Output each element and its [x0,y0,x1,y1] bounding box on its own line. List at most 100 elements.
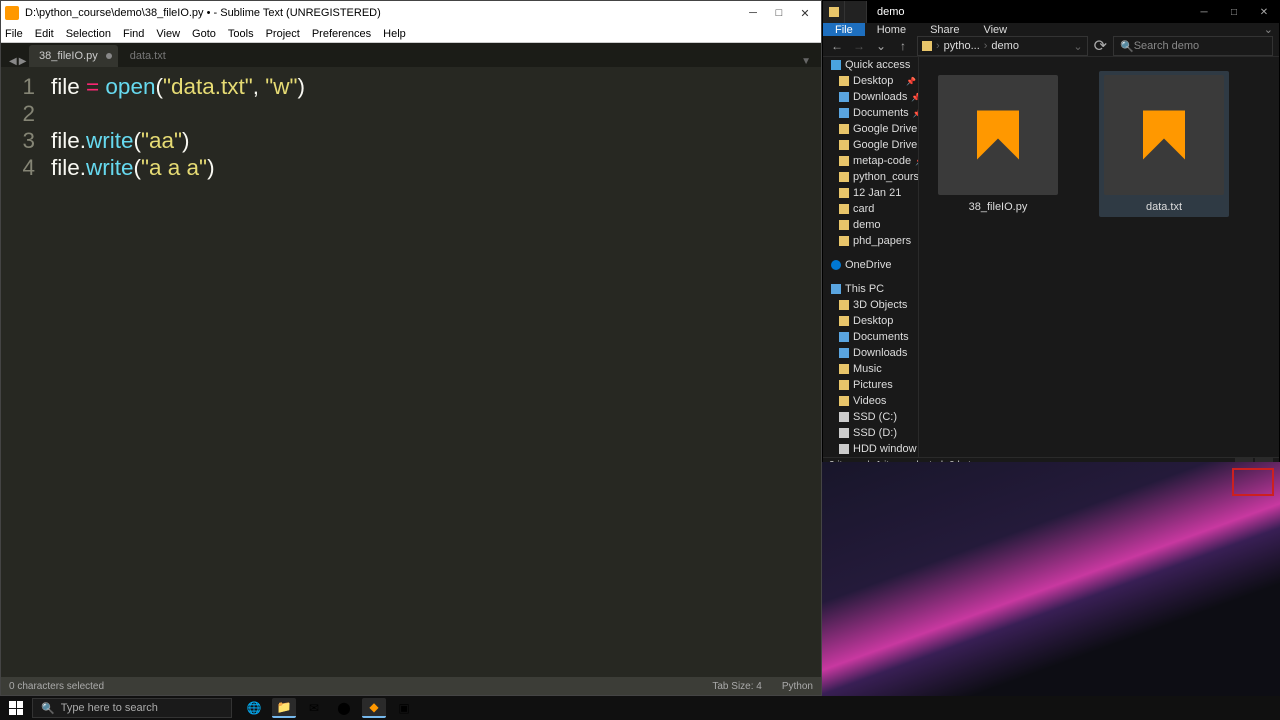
ribbon-share[interactable]: Share [918,23,971,36]
explorer-appicon[interactable] [823,1,845,23]
crumb-parent[interactable]: pytho... [944,40,980,52]
search-icon: 🔍 [41,702,55,715]
nav-icon [839,364,849,374]
obs-icon[interactable]: ⬤ [332,698,356,718]
nav-label: Desktop [853,75,893,87]
nav-item[interactable]: Videos [823,393,918,409]
nav-item[interactable]: SSD (C:) [823,409,918,425]
editor-area[interactable]: 1 2 3 4 file = open("data.txt", "w") fil… [1,67,821,677]
terminal-icon[interactable]: ▣ [392,698,416,718]
nav-item[interactable]: Desktop [823,313,918,329]
nav-item[interactable]: phd_papers [823,233,918,249]
webcam-overlay [822,462,1280,696]
nav-item[interactable]: 3D Objects [823,297,918,313]
nav-item[interactable]: Pictures [823,377,918,393]
nav-item[interactable]: Documents📌 [823,105,918,121]
crumb-dropdown-icon[interactable]: ⌄ [1073,40,1082,53]
quickaccess-pin-icon[interactable] [845,1,867,23]
explorer-content[interactable]: 38_fileIO.py data.txt [919,57,1279,457]
nav-item[interactable]: card [823,201,918,217]
nav-history-icon[interactable]: ⌄ [873,39,889,53]
file-thumb [938,75,1058,195]
nav-item[interactable]: 12 Jan 21 [823,185,918,201]
start-button[interactable] [0,696,32,720]
maximize-button[interactable]: □ [1219,1,1249,23]
menu-help[interactable]: Help [383,28,406,40]
menu-selection[interactable]: Selection [66,28,111,40]
menu-view[interactable]: View [156,28,180,40]
ribbon-home[interactable]: Home [865,23,918,36]
mail-icon[interactable]: ✉ [302,698,326,718]
explorer-nav-pane[interactable]: Quick accessDesktop📌Downloads📌Documents📌… [823,57,919,457]
close-button[interactable]: ✕ [799,7,811,19]
sublime-titlebar[interactable]: D:\python_course\demo\38_fileIO.py • - S… [1,1,821,25]
recording-indicator-icon [1232,468,1274,496]
nav-icon [839,428,849,438]
nav-icon [839,108,849,118]
breadcrumb-bar[interactable]: › pytho... › demo ⌄ [917,36,1088,56]
line-number: 2 [1,100,35,127]
nav-icon [839,172,849,182]
file-tile[interactable]: 38_fileIO.py [933,71,1063,217]
nav-item[interactable]: demo [823,217,918,233]
explorer-icon[interactable]: 📁 [272,698,296,718]
menu-goto[interactable]: Goto [192,28,216,40]
tab-next-icon[interactable]: ▶ [19,56,27,67]
nav-label: Documents [853,331,909,343]
nav-item[interactable]: python_course📌 [823,169,918,185]
tab-prev-icon[interactable]: ◀ [9,56,17,67]
tab-fileio[interactable]: 38_fileIO.py [29,45,118,67]
nav-forward-icon[interactable]: → [851,39,867,53]
menu-find[interactable]: Find [123,28,144,40]
ribbon-file[interactable]: File [823,23,865,36]
menu-edit[interactable]: Edit [35,28,54,40]
nav-item[interactable]: OneDrive [823,257,918,273]
nav-up-icon[interactable]: ↑ [895,39,911,53]
search-input[interactable]: 🔍 Search demo [1113,36,1273,56]
nav-item[interactable]: Documents [823,329,918,345]
nav-item[interactable]: metap-code📌 [823,153,918,169]
nav-item[interactable]: SSD (D:) [823,425,918,441]
search-icon: 🔍 [1120,40,1134,53]
ribbon-view[interactable]: View [971,23,1019,36]
status-tabsize[interactable]: Tab Size: 4 [712,681,761,692]
nav-label: Google Drive ( [853,139,919,151]
menu-tools[interactable]: Tools [228,28,254,40]
code-content[interactable]: file = open("data.txt", "w") file.write(… [45,67,305,677]
nav-item[interactable]: Music [823,361,918,377]
nav-icon [839,188,849,198]
nav-item[interactable]: This PC [823,281,918,297]
nav-label: phd_papers [853,235,911,247]
menu-file[interactable]: File [5,28,23,40]
sublime-icon[interactable]: ◆ [362,698,386,718]
nav-item[interactable]: HDD window PC ( [823,441,918,457]
tab-datatxt[interactable]: data.txt [120,45,186,67]
refresh-icon[interactable]: ⟳ [1094,36,1107,56]
chrome-icon[interactable]: 🌐 [242,698,266,718]
explorer-title: demo [867,6,905,18]
minimize-button[interactable]: ─ [1189,1,1219,23]
nav-item[interactable]: Downloads📌 [823,89,918,105]
minimize-button[interactable]: ─ [747,7,759,19]
nav-label: SSD (D:) [853,427,897,439]
status-selection[interactable]: 0 characters selected [9,681,104,692]
nav-label: metap-code [853,155,911,167]
crumb-current[interactable]: demo [991,40,1019,52]
nav-back-icon[interactable]: ← [829,39,845,53]
explorer-titlebar[interactable]: demo ─ □ ✕ [823,1,1279,23]
nav-item[interactable]: Downloads [823,345,918,361]
close-button[interactable]: ✕ [1249,1,1279,23]
status-language[interactable]: Python [782,681,813,692]
menu-preferences[interactable]: Preferences [312,28,371,40]
nav-item[interactable]: Google Drive📌 [823,121,918,137]
menu-project[interactable]: Project [266,28,300,40]
search-placeholder: Type here to search [61,702,158,714]
tab-dropdown-icon[interactable]: ▼ [801,56,817,67]
ribbon-expand-icon[interactable]: ⌄ [1258,23,1279,36]
file-tile[interactable]: data.txt [1099,71,1229,217]
nav-item[interactable]: Desktop📌 [823,73,918,89]
nav-item[interactable]: Google Drive (📌 [823,137,918,153]
taskbar-search[interactable]: 🔍 Type here to search [32,698,232,718]
nav-item[interactable]: Quick access [823,57,918,73]
maximize-button[interactable]: □ [773,7,785,19]
